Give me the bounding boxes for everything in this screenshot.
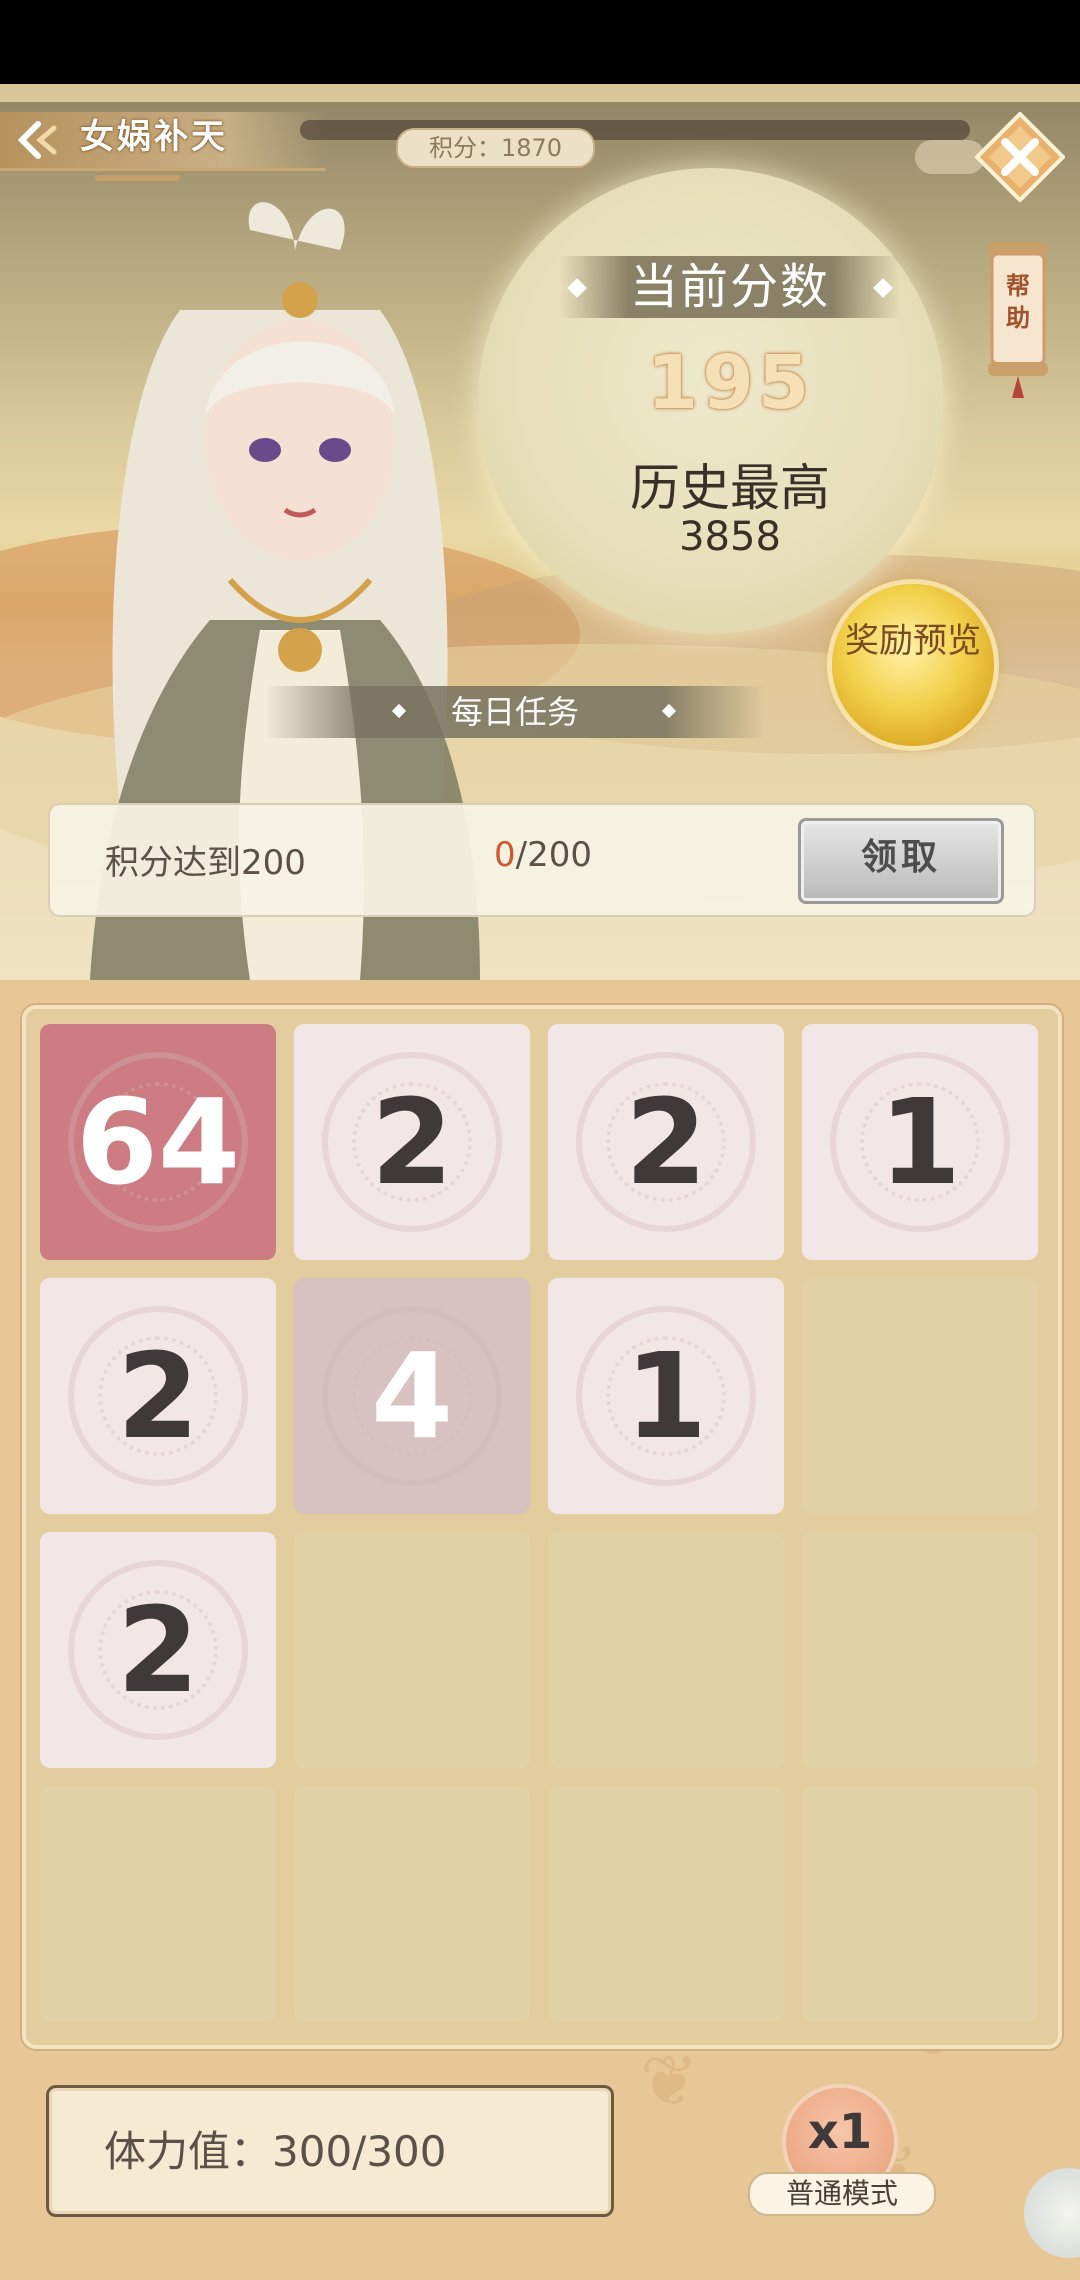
tile: 2 xyxy=(40,1532,276,1768)
multiplier-label: x1 xyxy=(807,2104,873,2160)
stamina-text: 体力值：300/300 xyxy=(104,2127,447,2176)
task-progress: 0/200 xyxy=(494,835,592,875)
board-cell xyxy=(802,1786,1038,2022)
current-score-value: 195 xyxy=(646,340,814,426)
points-display: 积分：1870 xyxy=(396,128,595,168)
board-cell xyxy=(294,1786,530,2022)
board-cell xyxy=(294,1532,530,1768)
tile: 1 xyxy=(802,1024,1038,1260)
close-button[interactable] xyxy=(975,112,1065,202)
best-score-label: 历史最高 xyxy=(630,459,830,517)
mode-label: 普通模式 xyxy=(748,2172,936,2216)
tile: 4 xyxy=(294,1278,530,1514)
daily-task-title: 每日任务 xyxy=(450,693,579,731)
status-bar xyxy=(0,0,1080,84)
reward-preview-button[interactable] xyxy=(832,584,994,746)
back-arrow-icon[interactable] xyxy=(14,118,62,162)
board-cell xyxy=(802,1532,1038,1768)
claim-button[interactable]: 领取 xyxy=(798,818,1004,904)
tile: 1 xyxy=(548,1278,784,1514)
task-progress-current: 0 xyxy=(494,835,516,875)
page-title: 女娲补天 xyxy=(80,117,228,157)
board-cell xyxy=(548,1786,784,2022)
tile: 2 xyxy=(40,1278,276,1514)
board-cell xyxy=(40,1786,276,2022)
tile: 2 xyxy=(548,1024,784,1260)
best-score-value: 3858 xyxy=(679,514,781,560)
task-description: 积分达到200 xyxy=(105,843,306,883)
tile: 64 xyxy=(40,1024,276,1260)
board-cell xyxy=(802,1278,1038,1514)
tile: 2 xyxy=(294,1024,530,1260)
board-cell xyxy=(548,1532,784,1768)
title-underline xyxy=(95,175,180,181)
task-progress-total: /200 xyxy=(515,835,592,875)
reward-preview-label: 奖励预览 xyxy=(845,621,981,661)
current-score-label: 当前分数 xyxy=(629,259,830,315)
help-label: 帮助 xyxy=(1006,272,1030,332)
